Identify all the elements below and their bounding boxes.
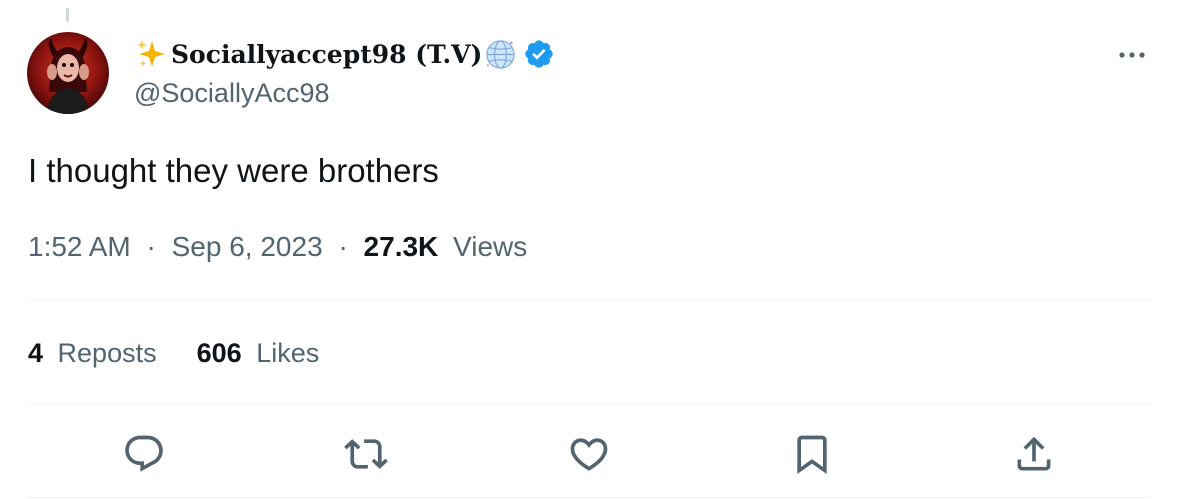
more-horizontal-icon[interactable] [1112, 40, 1152, 70]
tweet-time[interactable]: 1:52 AM [28, 231, 131, 262]
meta-separator: · [146, 231, 156, 262]
divider [28, 299, 1150, 300]
reply-icon[interactable] [122, 432, 166, 476]
reposts-count: 4 [28, 338, 44, 368]
author-handle[interactable]: @SociallyAcc98 [134, 78, 330, 109]
share-icon[interactable] [1012, 432, 1056, 476]
views-label: Views [453, 231, 528, 262]
repost-icon[interactable] [344, 432, 388, 476]
likes-label: Likes [256, 338, 320, 368]
bookmark-icon[interactable] [790, 432, 834, 476]
heart-icon[interactable] [567, 432, 611, 476]
author-name-row[interactable]: Sociallyaccept98 (T.V) [135, 36, 555, 72]
reposts-stat[interactable]: 4 Reposts [28, 338, 157, 369]
tweet-date[interactable]: Sep 6, 2023 [172, 231, 323, 262]
tweet-meta: 1:52 AM · Sep 6, 2023 · 27.3K Views [28, 231, 527, 263]
divider [28, 497, 1150, 498]
views-count[interactable]: 27.3K [364, 231, 439, 262]
meta-separator: · [338, 231, 348, 262]
likes-count: 606 [196, 338, 242, 368]
thread-line [66, 8, 69, 22]
globe-icon [486, 39, 516, 69]
engagement-stats: 4 Reposts 606 Likes [28, 338, 319, 369]
tweet-text: I thought they were brothers [28, 152, 439, 189]
divider [28, 404, 1150, 405]
tweet-card: Sociallyaccept98 (T.V) @SociallyAcc98 I … [0, 0, 1200, 499]
display-name: Sociallyaccept98 (T.V) [171, 39, 483, 69]
reposts-label: Reposts [57, 338, 157, 368]
avatar[interactable] [27, 32, 109, 114]
likes-stat[interactable]: 606 Likes [197, 338, 320, 369]
sparkles-icon [137, 40, 165, 67]
verified-badge-icon[interactable] [523, 38, 555, 70]
